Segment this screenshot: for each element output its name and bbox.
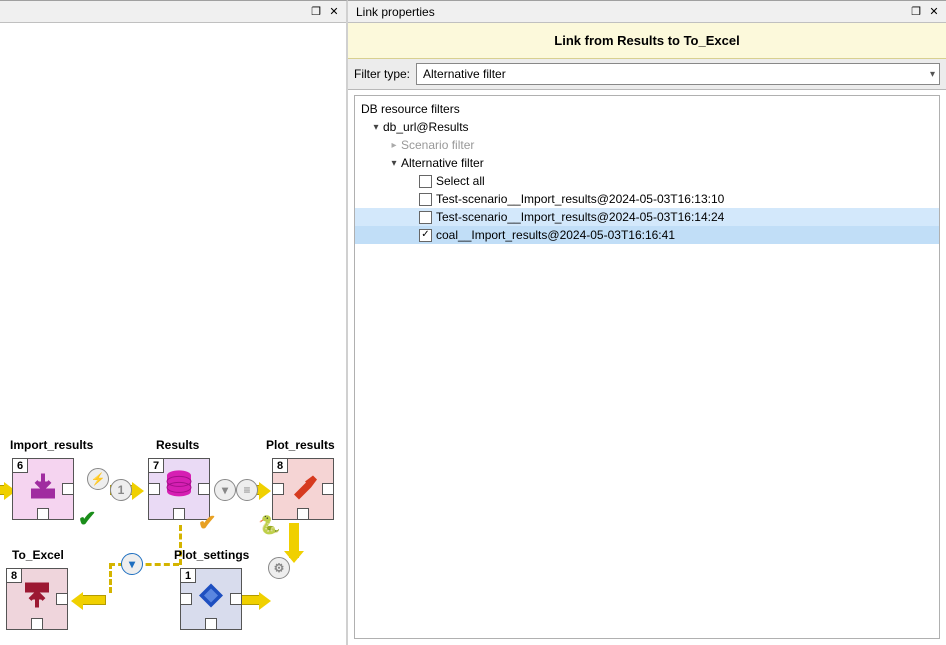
float-icon[interactable]: ❐ (308, 4, 324, 20)
filter-type-label: Filter type: (354, 67, 410, 81)
chevron-down-icon[interactable]: ▾ (387, 158, 401, 169)
tree-item-scenario-filter[interactable]: ▸ Scenario filter (355, 136, 939, 154)
link-properties-pane: Link properties ❐ ✕ Link from Results to… (348, 0, 946, 645)
filter-option[interactable]: Test-scenario__Import_results@2024-05-03… (355, 208, 939, 226)
design-canvas[interactable]: ⚡ 1 ▾ ≡ ▾ ⚙ 🐍 Import_results 6 ✔ (0, 23, 346, 645)
rank-label: 7 (148, 458, 164, 473)
node-title: Results (156, 438, 199, 452)
connector-slot[interactable] (205, 618, 217, 630)
pane-title: Link properties (352, 5, 435, 19)
right-pane-header: Link properties ❐ ✕ (348, 1, 946, 23)
chevron-down-icon: ▾ (930, 69, 935, 80)
filter-option[interactable]: Select all (355, 172, 939, 190)
checkbox[interactable] (419, 193, 432, 206)
connector-slot[interactable] (148, 483, 160, 495)
checkbox[interactable] (419, 211, 432, 224)
filter-option-label: Select all (436, 174, 485, 188)
chevron-right-icon[interactable]: ▸ (387, 140, 401, 151)
rank-label: 6 (12, 458, 28, 473)
tree-root: DB resource filters (355, 100, 939, 118)
filter-type-value: Alternative filter (423, 67, 506, 81)
import-tool-icon (28, 471, 58, 504)
node-plot-settings[interactable]: Plot_settings 1 (180, 568, 242, 630)
tree-item-alternative-filter[interactable]: ▾ Alternative filter (355, 154, 939, 172)
rank-label: 8 (272, 458, 288, 473)
connector-slot[interactable] (180, 593, 192, 605)
filter-tree[interactable]: DB resource filters ▾ db_url@Results ▸ S… (354, 95, 940, 639)
link-arrow[interactable] (240, 595, 260, 605)
checkbox[interactable] (419, 229, 432, 242)
chevron-down-icon[interactable]: ▾ (369, 122, 383, 133)
filter-type-select[interactable]: Alternative filter ▾ (416, 63, 940, 85)
link-line-dashed (109, 563, 179, 566)
status-check-icon: ✔ (78, 506, 96, 532)
rank-badge-1-icon[interactable]: 1 (110, 479, 132, 501)
list-icon[interactable]: ≡ (236, 479, 258, 501)
connector-slot[interactable] (173, 508, 185, 520)
database-icon (164, 469, 194, 504)
filter-option-label: coal__Import_results@2024-05-03T16:16:41 (436, 228, 675, 242)
rank-label: 8 (6, 568, 22, 583)
connector-slot[interactable] (230, 593, 242, 605)
filter-funnel-icon[interactable]: ▾ (214, 479, 236, 501)
node-title: Import_results (10, 438, 93, 452)
left-pane-header: ❐ ✕ (0, 1, 346, 23)
connector-slot[interactable] (297, 508, 309, 520)
close-icon[interactable]: ✕ (926, 4, 942, 20)
node-title: To_Excel (12, 548, 64, 562)
filter-option[interactable]: coal__Import_results@2024-05-03T16:16:41 (355, 226, 939, 244)
filter-option[interactable]: Test-scenario__Import_results@2024-05-03… (355, 190, 939, 208)
float-icon[interactable]: ❐ (908, 4, 924, 20)
link-arrow[interactable] (0, 485, 5, 495)
design-canvas-pane: ❐ ✕ ⚡ 1 ▾ ≡ ▾ ⚙ 🐍 (0, 0, 348, 645)
lightning-icon[interactable]: ⚡ (87, 468, 109, 490)
connector-slot[interactable] (37, 508, 49, 520)
filter-option-label: Test-scenario__Import_results@2024-05-03… (436, 192, 724, 206)
node-results[interactable]: Results 7 ✔ (148, 458, 210, 520)
connector-slot[interactable] (56, 593, 68, 605)
node-plot-results[interactable]: Plot_results 8 (272, 458, 334, 520)
link-arrow[interactable] (82, 595, 106, 605)
export-tool-icon (22, 581, 52, 614)
rank-label: 1 (180, 568, 196, 583)
connector-slot[interactable] (62, 483, 74, 495)
tree-item-db-url[interactable]: ▾ db_url@Results (355, 118, 939, 136)
link-banner: Link from Results to To_Excel (348, 23, 946, 59)
status-check-icon: ✔ (198, 510, 216, 536)
hammer-tool-icon (288, 471, 318, 504)
node-title: Plot_results (266, 438, 335, 452)
connector-slot[interactable] (31, 618, 43, 630)
connector-slot[interactable] (272, 483, 284, 495)
link-line-dashed (109, 563, 112, 593)
filter-funnel-icon[interactable]: ▾ (121, 553, 143, 575)
node-to-excel[interactable]: To_Excel 8 (6, 568, 68, 630)
node-title: Plot_settings (174, 548, 249, 562)
close-icon[interactable]: ✕ (326, 4, 342, 20)
data-store-icon (196, 581, 226, 614)
checkbox[interactable] (419, 175, 432, 188)
filter-type-row: Filter type: Alternative filter ▾ (348, 59, 946, 90)
connector-slot[interactable] (322, 483, 334, 495)
node-import-results[interactable]: Import_results 6 ✔ (12, 458, 74, 520)
connector-slot[interactable] (198, 483, 210, 495)
filter-option-label: Test-scenario__Import_results@2024-05-03… (436, 210, 724, 224)
gear-icon[interactable]: ⚙ (268, 557, 290, 579)
